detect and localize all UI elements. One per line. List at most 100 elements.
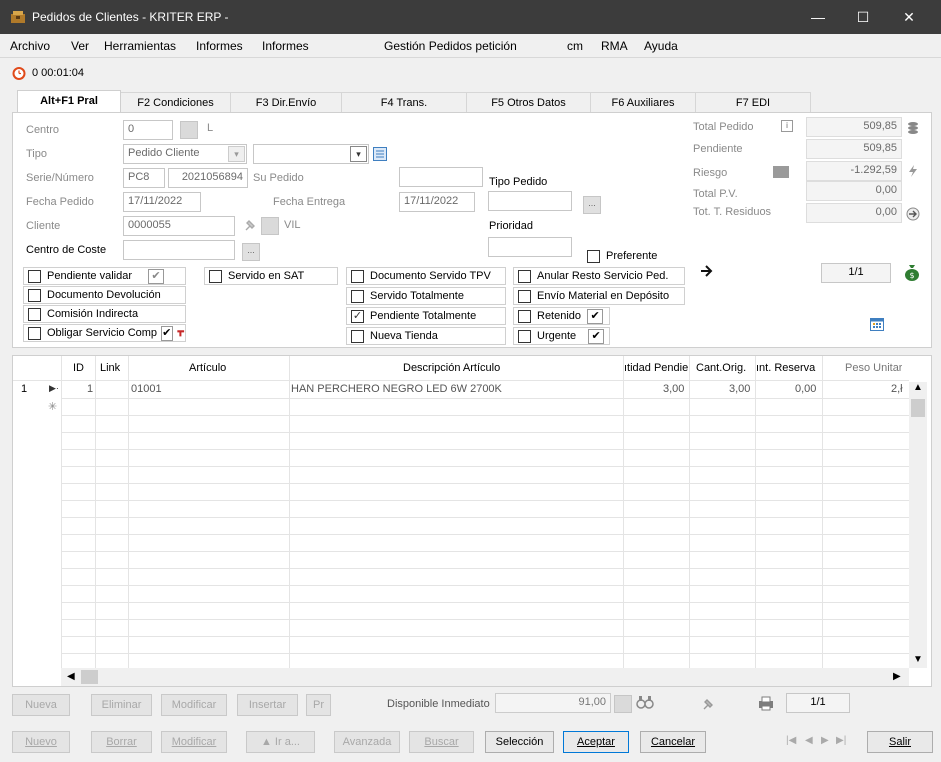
comision-indirecta-checkbox[interactable]: Comisión Indirecta (23, 305, 186, 323)
prioridad-input[interactable] (488, 237, 572, 257)
tool-icon[interactable] (176, 326, 185, 340)
tab-edi[interactable]: F7 EDI (696, 92, 811, 112)
menu-archivo[interactable]: Archivo (10, 39, 50, 53)
info-icon[interactable]: i (781, 120, 793, 132)
menu-informes[interactable]: Informes (196, 39, 243, 53)
tipo-pedido-ellipsis-button[interactable]: ... (583, 196, 601, 214)
eliminar-button[interactable]: Eliminar (91, 694, 152, 716)
nuevo-button[interactable]: Nuevo (12, 731, 70, 753)
buscar-button[interactable]: Buscar (409, 731, 474, 753)
modificar-line-button[interactable]: Modificar (161, 694, 227, 716)
centro-input[interactable]: 0 (123, 120, 173, 140)
column-header-cantidad-pendiente[interactable]: ıtidad Pendie (624, 362, 688, 374)
menu-gestion-pedidos[interactable]: Gestión Pedidos petición (384, 39, 517, 53)
cliente-lookup-button[interactable] (261, 217, 279, 235)
nav-last-icon[interactable]: ▶| (836, 735, 846, 746)
printer-icon[interactable] (757, 695, 775, 711)
column-header-cant-orig[interactable]: Cant.Orig. (696, 362, 746, 374)
obligar-servicio-checkbox[interactable]: Obligar Servicio Comp ✔ (23, 324, 186, 342)
documento-devolucion-checkbox[interactable]: Documento Devolución (23, 286, 186, 304)
pr-button[interactable]: Pr (306, 694, 331, 716)
menu-cm[interactable]: cm (567, 39, 583, 53)
chevron-down-icon[interactable]: ▾ (350, 146, 367, 162)
centro-lookup-button[interactable] (180, 121, 198, 139)
borrar-button[interactable]: Borrar (91, 731, 152, 753)
scroll-left-icon[interactable]: ◀ (67, 671, 75, 682)
avanzada-button[interactable]: Avanzada (334, 731, 400, 753)
column-header-cant-reserva[interactable]: ınt. Reserva (756, 362, 821, 374)
horizontal-scrollbar[interactable]: ◀ ▶ (61, 668, 909, 686)
column-header-peso-unitario[interactable]: Peso Unitar (845, 362, 902, 374)
salir-button[interactable]: Salir (867, 731, 933, 753)
menu-herramientas[interactable]: Herramientas (104, 39, 176, 53)
tab-transporte[interactable]: F4 Trans. (342, 92, 467, 112)
envio-material-checkbox[interactable]: Envío Material en Depósito (513, 287, 685, 305)
column-header-link[interactable]: Link (100, 362, 120, 374)
cliente-input[interactable]: 0000055 (123, 216, 235, 236)
preferente-checkbox[interactable]: Preferente (582, 247, 688, 265)
pendiente-totalmente-checkbox[interactable]: ✓ Pendiente Totalmente (346, 307, 506, 325)
servido-totalmente-checkbox[interactable]: Servido Totalmente (346, 287, 506, 305)
scroll-up-icon[interactable]: ▲ (913, 382, 923, 393)
nav-first-icon[interactable]: |◀ (786, 735, 796, 746)
tab-otros-datos[interactable]: F5 Otros Datos (467, 92, 591, 112)
column-header-id[interactable]: ID (73, 362, 84, 374)
menu-informes-2[interactable]: Informes (262, 39, 309, 53)
modificar-button[interactable]: Modificar (161, 731, 227, 753)
minimize-button[interactable]: — (795, 0, 841, 34)
disponible-lookup-button[interactable] (614, 695, 632, 713)
table-row[interactable]: 1 ▶· 1 01001 HAN PERCHERO NEGRO LED 6W 2… (13, 381, 909, 398)
ir-a-button[interactable]: ▲ Ir a... (246, 731, 315, 753)
nav-next-icon[interactable]: ▶ (821, 735, 829, 746)
obligar-servicio-tick[interactable]: ✔ (161, 325, 173, 341)
arrow-right-icon[interactable] (700, 264, 714, 278)
column-header-descripcion[interactable]: Descripción Artículo (403, 362, 500, 374)
centro-coste-ellipsis-button[interactable]: ... (242, 243, 260, 261)
chevron-down-icon[interactable]: ▾ (228, 146, 245, 162)
fecha-entrega-input[interactable]: 17/11/2022 (399, 192, 475, 212)
anular-resto-checkbox[interactable]: Anular Resto Servicio Ped. (513, 267, 685, 285)
tab-principal[interactable]: Alt+F1 Pral (17, 90, 121, 112)
tab-dir-envio[interactable]: F3 Dir.Envío (231, 92, 342, 112)
arrow-right-icon[interactable] (906, 207, 920, 221)
lightning-icon[interactable] (906, 164, 920, 178)
money-bag-icon[interactable]: $ (904, 263, 920, 281)
menu-ver[interactable]: Ver (71, 39, 89, 53)
urgente-tick[interactable]: ✔ (588, 328, 605, 344)
new-row-icon[interactable]: ✳ (48, 400, 57, 413)
menu-ayuda[interactable]: Ayuda (644, 39, 678, 53)
nueva-tienda-checkbox[interactable]: Nueva Tienda (346, 327, 506, 345)
horizontal-scroll-thumb[interactable] (81, 670, 98, 684)
list-icon[interactable] (373, 147, 387, 161)
nav-prev-icon[interactable]: ◀ (805, 735, 813, 746)
vertical-scroll-thumb[interactable] (911, 399, 925, 417)
seleccion-button[interactable]: Selección (485, 731, 554, 753)
retenido-tick[interactable]: ✔ (587, 308, 604, 324)
centro-coste-input[interactable] (123, 240, 235, 260)
tipo-pedido-input[interactable] (488, 191, 572, 211)
column-header-articulo[interactable]: Artículo (189, 362, 226, 374)
tab-auxiliares[interactable]: F6 Auxiliares (591, 92, 696, 112)
calendar-icon[interactable] (870, 318, 884, 331)
scroll-down-icon[interactable]: ▼ (913, 654, 923, 665)
tab-condiciones[interactable]: F2 Condiciones (121, 92, 231, 112)
cancelar-button[interactable]: Cancelar (640, 731, 706, 753)
insertar-button[interactable]: Insertar (237, 694, 298, 716)
nueva-button[interactable]: Nueva (12, 694, 70, 716)
pin-icon[interactable] (243, 218, 257, 232)
servido-sat-checkbox[interactable]: Servido en SAT (204, 267, 338, 285)
close-button[interactable]: ✕ (886, 0, 932, 34)
aceptar-button[interactable]: Aceptar (563, 731, 629, 753)
vertical-scrollbar[interactable]: ▲ ▼ (909, 382, 927, 668)
menu-rma[interactable]: RMA (601, 39, 628, 53)
numero-input[interactable]: 2021056894 (168, 168, 248, 188)
pin-icon[interactable] (701, 697, 715, 711)
pendiente-validar-checkbox[interactable]: Pendiente validar ✔ (23, 267, 186, 285)
su-pedido-input[interactable] (399, 167, 483, 187)
serie-input[interactable]: PC8 (123, 168, 165, 188)
binoculars-icon[interactable] (636, 694, 654, 710)
scroll-right-icon[interactable]: ▶ (893, 671, 901, 682)
maximize-button[interactable]: ☐ (840, 0, 886, 34)
pendiente-validar-tick[interactable]: ✔ (148, 268, 165, 284)
urgente-checkbox[interactable]: Urgente ✔ (513, 327, 610, 345)
